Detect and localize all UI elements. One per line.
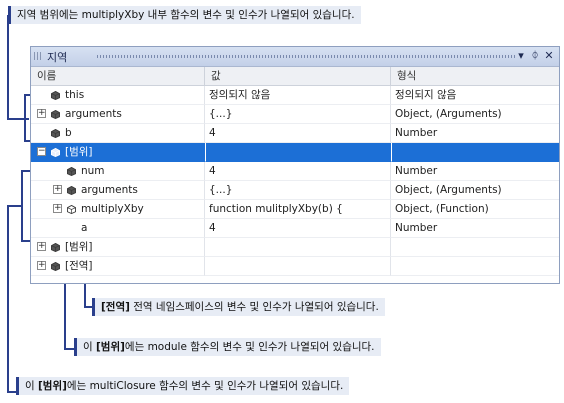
table-row[interactable]: a 4 Number (31, 219, 559, 238)
function-icon (67, 205, 76, 214)
callout-closure-pre: 이 (25, 380, 38, 392)
callout-global-bold: [전역] (101, 301, 130, 313)
value-cell[interactable] (205, 143, 391, 162)
name-cell[interactable]: + [전역] (31, 257, 205, 276)
object-icon (51, 262, 60, 271)
callout-global-scope: [전역] 전역 네임스페이스의 변수 및 인수가 나열되어 있습니다. (92, 298, 385, 316)
value-cell[interactable]: 4 (205, 219, 391, 238)
type-cell: Number (391, 124, 559, 143)
value-cell[interactable] (205, 238, 391, 257)
variable-name: [범위] (65, 146, 93, 158)
name-cell[interactable]: + [범위] (31, 238, 205, 257)
pin-icon[interactable]: ᛰ (529, 49, 541, 63)
callout-module-bold: [범위] (96, 341, 125, 353)
close-icon[interactable]: ✕ (543, 49, 555, 63)
table-row[interactable]: this 정의되지 않음 정의되지 않음 (31, 86, 559, 105)
variable-name: arguments (65, 108, 122, 120)
value-cell[interactable]: 4 (205, 124, 391, 143)
object-icon (51, 148, 60, 157)
type-cell (391, 143, 559, 162)
table-row[interactable]: + [범위] (31, 238, 559, 257)
connector-line (21, 170, 23, 242)
type-cell: 정의되지 않음 (391, 86, 559, 105)
table-row[interactable]: + arguments {...} Object, (Arguments) (31, 105, 559, 124)
table-row[interactable]: + [전역] (31, 257, 559, 276)
grip-icon[interactable] (34, 52, 42, 60)
object-icon (51, 110, 60, 119)
object-icon (67, 167, 76, 176)
title-bar-dots (97, 55, 515, 58)
table-row[interactable]: + arguments {...} Object, (Arguments) (31, 181, 559, 200)
name-cell[interactable]: this (31, 86, 205, 105)
expand-icon[interactable]: + (37, 109, 46, 118)
type-cell (391, 257, 559, 276)
table-row[interactable]: num 4 Number (31, 162, 559, 181)
callout-closure-scope: 이 [범위]에는 multiClosure 함수의 변수 및 인수가 나열되어 … (16, 377, 350, 395)
value-cell[interactable]: 정의되지 않음 (205, 86, 391, 105)
dropdown-icon[interactable]: ▾ (515, 49, 527, 63)
value-cell[interactable]: {...} (205, 181, 391, 200)
name-cell[interactable]: b (31, 124, 205, 143)
expand-icon[interactable]: + (37, 242, 46, 251)
column-header: 이름 값 형식 (31, 67, 559, 86)
table-row[interactable]: b 4 Number (31, 124, 559, 143)
table-row[interactable]: − [범위] (31, 143, 559, 162)
collapse-icon[interactable]: − (37, 147, 46, 156)
column-header-name[interactable]: 이름 (31, 67, 205, 85)
object-icon (67, 186, 76, 195)
object-icon (51, 91, 60, 100)
expand-icon[interactable]: + (53, 204, 62, 213)
type-cell (391, 238, 559, 257)
callout-module-pre: 이 (83, 341, 96, 353)
expand-icon[interactable]: + (53, 185, 62, 194)
value-cell[interactable]: {...} (205, 105, 391, 124)
type-cell: Object, (Function) (391, 200, 559, 219)
callout-module-scope: 이 [범위]에는 module 함수의 변수 및 인수가 나열되어 있습니다. (74, 338, 381, 356)
variable-name: [범위] (65, 241, 93, 253)
type-cell: Object, (Arguments) (391, 105, 559, 124)
variable-name: b (65, 127, 72, 139)
value-cell[interactable]: 4 (205, 162, 391, 181)
column-header-value[interactable]: 값 (205, 67, 391, 85)
table-row[interactable]: + multiplyXby function mulitplyXby(b) {Obj… (31, 200, 559, 219)
object-icon (51, 243, 60, 252)
callout-closure-bold: [범위] (38, 380, 67, 392)
column-header-type[interactable]: 형식 (391, 67, 559, 85)
callout-local-scope: 지역 범위에는 multiplyXby 내부 함수의 변수 및 인수가 나열되어… (8, 6, 361, 24)
connector-line (7, 205, 9, 393)
connector-line (7, 15, 9, 120)
locals-window: 지역 ▾ ᛰ ✕ 이름 값 형식 this 정의되지 않음 정의되지 않음 + argu… (30, 46, 560, 284)
variable-name: [전역] (65, 260, 93, 272)
callout-global-text: 전역 네임스페이스의 변수 및 인수가 나열되어 있습니다. (129, 301, 379, 313)
connector-line (24, 94, 26, 142)
name-cell[interactable]: a (31, 219, 205, 238)
connector-line (64, 348, 74, 350)
name-cell[interactable]: + arguments (31, 181, 205, 200)
variable-name: arguments (81, 184, 138, 196)
variable-name: a (81, 222, 88, 234)
variable-name: multiplyXby (81, 203, 144, 215)
expand-icon[interactable]: + (37, 261, 46, 270)
connector-line (84, 306, 92, 308)
callout-module-text: 에는 module 함수의 변수 및 인수가 나열되어 있습니다. (124, 341, 375, 353)
callout-local-scope-text: 지역 범위에는 multiplyXby 내부 함수의 변수 및 인수가 나열되어… (17, 9, 355, 21)
locals-title-bar[interactable]: 지역 ▾ ᛰ ✕ (31, 47, 559, 67)
value-cell[interactable] (205, 257, 391, 276)
window-title: 지역 (47, 51, 68, 64)
type-cell: Number (391, 162, 559, 181)
object-icon (51, 129, 60, 138)
value-cell[interactable]: function mulitplyXby(b) { (205, 200, 391, 219)
variable-name: num (81, 165, 105, 177)
name-cell[interactable]: num (31, 162, 205, 181)
type-cell: Number (391, 219, 559, 238)
type-cell: Object, (Arguments) (391, 181, 559, 200)
variable-name: this (65, 89, 85, 101)
name-cell[interactable]: − [범위] (31, 143, 205, 162)
name-cell[interactable]: + multiplyXby (31, 200, 205, 219)
callout-closure-text: 에는 multiClosure 함수의 변수 및 인수가 나열되어 있습니다. (66, 380, 344, 392)
name-cell[interactable]: + arguments (31, 105, 205, 124)
